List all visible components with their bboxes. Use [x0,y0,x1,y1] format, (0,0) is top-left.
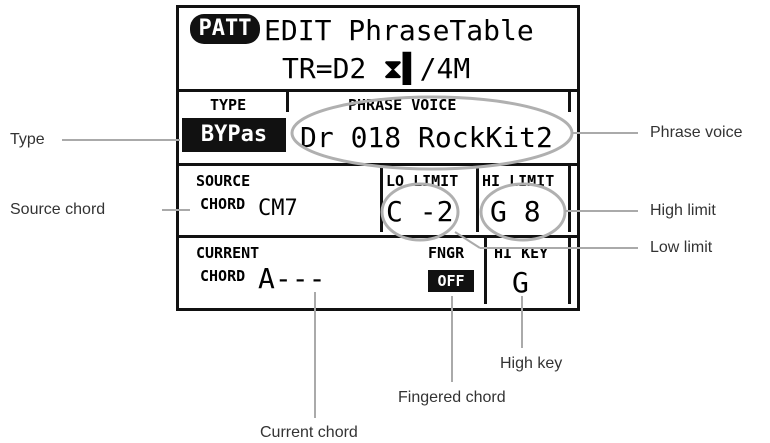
phrase-voice-ellipse [290,95,574,171]
callout-type: Type [10,131,45,148]
callout-fingered-chord: Fingered chord [398,389,506,406]
callout-source-chord: Source chord [10,201,106,218]
callout-phrase-voice: Phrase voice [650,124,743,141]
lo-limit-ellipse [380,182,460,242]
callout-low-limit: Low limit [650,239,713,256]
callout-high-limit: High limit [650,202,716,219]
callout-graphics [62,95,638,418]
callout-high-key: High key [500,355,563,372]
low-limit-callout-line [454,231,481,249]
callout-current-chord: Current chord [260,424,358,441]
hi-limit-ellipse [479,182,567,242]
